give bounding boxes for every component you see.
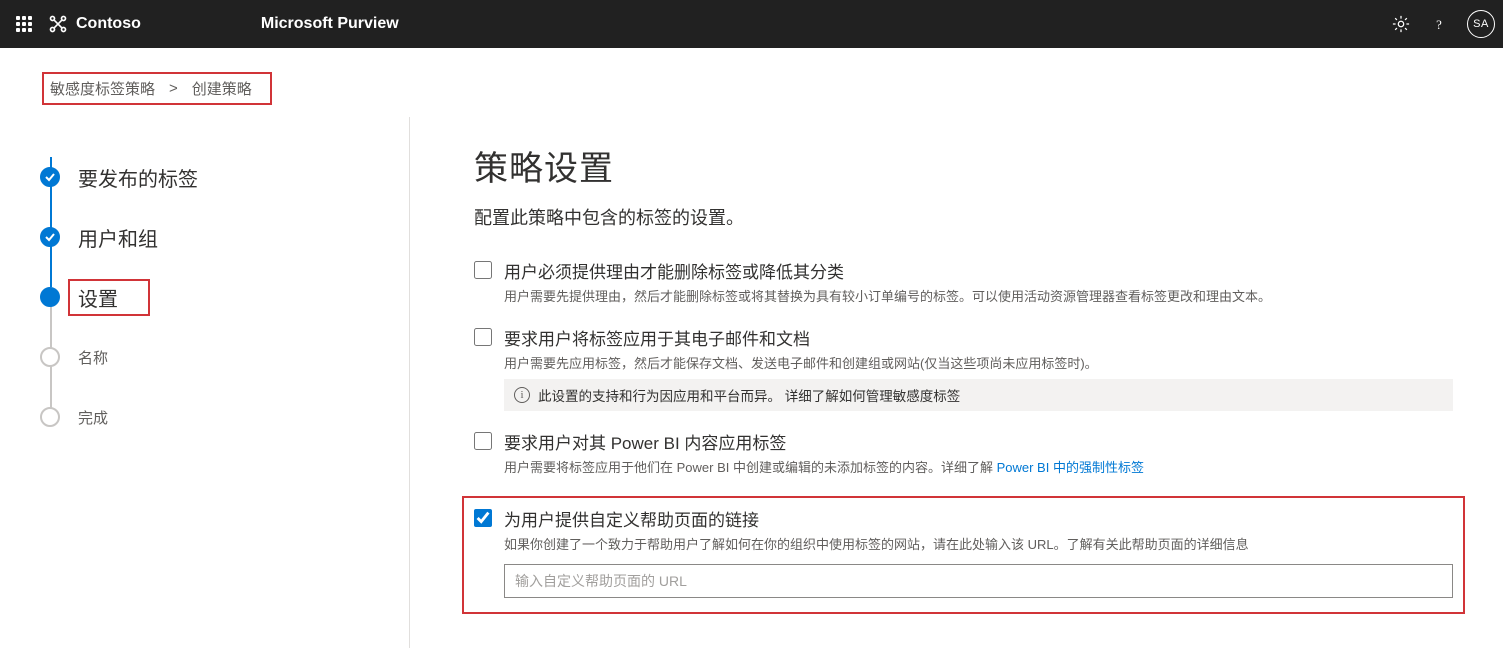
waffle-icon <box>16 16 32 32</box>
info-learn-more-link[interactable]: 详细了解如何管理敏感度标签 <box>785 389 961 404</box>
checkbox-custom-help-link[interactable] <box>474 509 492 527</box>
avatar-initials: SA <box>1473 18 1489 30</box>
top-bar: Contoso Microsoft Purview ? SA <box>0 0 1503 48</box>
step-label: 要发布的标签 <box>78 163 198 192</box>
info-banner: i 此设置的支持和行为因应用和平台而异。 详细了解如何管理敏感度标签 <box>504 379 1453 411</box>
checkbox-require-label-email-docs[interactable] <box>474 328 492 346</box>
option-desc: 用户需要先应用标签，然后才能保存文档、发送电子邮件和创建组或网站(仅当这些项尚未… <box>504 354 1453 374</box>
step-label: 名称 <box>78 347 108 368</box>
step-label: 完成 <box>78 407 108 428</box>
option-desc-text: 用户需要将标签应用于他们在 Power BI 中创建或编辑的未添加标签的内容。详… <box>504 460 997 475</box>
brand-logo-icon <box>46 12 70 36</box>
breadcrumb-separator: > <box>169 80 178 97</box>
svg-text:?: ? <box>1436 18 1442 32</box>
option-title: 用户必须提供理由才能删除标签或降低其分类 <box>504 258 1453 283</box>
step-users-and-groups[interactable]: 用户和组 <box>40 207 409 267</box>
option-require-label-email-docs: 要求用户将标签应用于其电子邮件和文档 用户需要先应用标签，然后才能保存文档、发送… <box>474 325 1453 412</box>
breadcrumb-current: 创建策略 <box>192 78 252 99</box>
step-finish[interactable]: 完成 <box>40 387 409 447</box>
info-text: 此设置的支持和行为因应用和平台而异。 <box>538 389 781 404</box>
powerbi-learn-more-link[interactable]: Power BI 中的强制性标签 <box>997 460 1144 475</box>
option-title: 为用户提供自定义帮助页面的链接 <box>504 506 1453 531</box>
app-launcher[interactable] <box>8 8 40 40</box>
option-title: 要求用户将标签应用于其电子邮件和文档 <box>504 325 1453 350</box>
user-avatar[interactable]: SA <box>1467 10 1495 38</box>
help-icon[interactable]: ? <box>1429 14 1449 34</box>
step-settings[interactable]: 设置 <box>40 267 409 327</box>
option-require-justification: 用户必须提供理由才能删除标签或降低其分类 用户需要先提供理由，然后才能删除标签或… <box>474 258 1453 307</box>
settings-icon[interactable] <box>1391 14 1411 34</box>
step-label: 设置 <box>78 289 118 311</box>
custom-help-url-input[interactable] <box>504 564 1453 598</box>
breadcrumb: 敏感度标签策略 > 创建策略 <box>0 48 1503 117</box>
page-subtitle: 配置此策略中包含的标签的设置。 <box>474 204 1453 230</box>
wizard-steps: 要发布的标签 用户和组 设置 名称 完成 <box>0 117 410 648</box>
checkbox-require-label-powerbi[interactable] <box>474 432 492 450</box>
brand-name: Contoso <box>76 15 141 33</box>
checkbox-require-justification[interactable] <box>474 261 492 279</box>
step-labels-to-publish[interactable]: 要发布的标签 <box>40 147 409 207</box>
product-name: Microsoft Purview <box>261 15 399 33</box>
option-require-label-powerbi: 要求用户对其 Power BI 内容应用标签 用户需要将标签应用于他们在 Pow… <box>474 429 1453 478</box>
option-desc: 如果你创建了一个致力于帮助用户了解如何在你的组织中使用标签的网站，请在此处输入该… <box>504 535 1453 555</box>
option-title: 要求用户对其 Power BI 内容应用标签 <box>504 429 1453 454</box>
info-icon: i <box>514 387 530 403</box>
breadcrumb-parent-link[interactable]: 敏感度标签策略 <box>50 78 155 99</box>
step-name[interactable]: 名称 <box>40 327 409 387</box>
policy-settings-panel: 策略设置 配置此策略中包含的标签的设置。 用户必须提供理由才能删除标签或降低其分… <box>410 117 1503 648</box>
page-title: 策略设置 <box>474 141 1453 190</box>
step-label: 用户和组 <box>78 223 158 252</box>
option-desc: 用户需要先提供理由，然后才能删除标签或将其替换为具有较小订单编号的标签。可以使用… <box>504 287 1453 307</box>
option-custom-help-link: 为用户提供自定义帮助页面的链接 如果你创建了一个致力于帮助用户了解如何在你的组织… <box>462 496 1465 615</box>
